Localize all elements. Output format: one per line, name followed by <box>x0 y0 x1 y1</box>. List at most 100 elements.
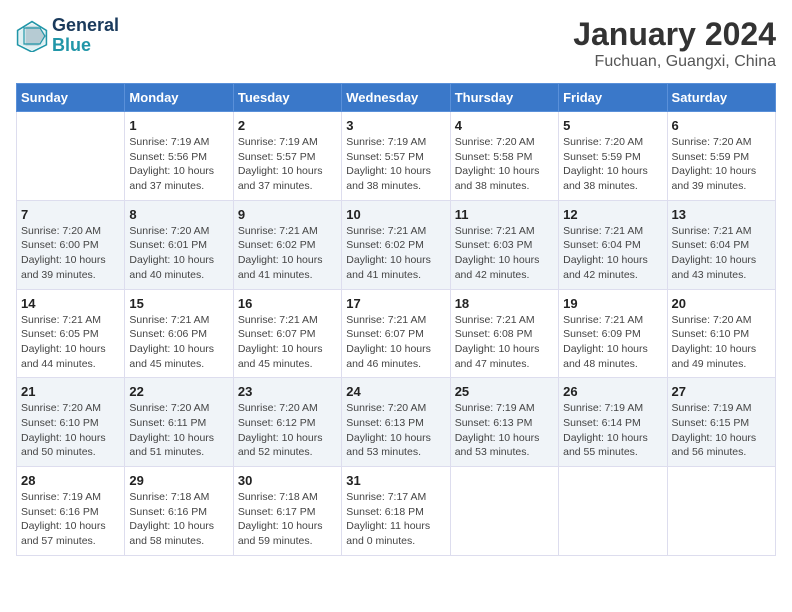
calendar-cell: 4Sunrise: 7:20 AMSunset: 5:58 PMDaylight… <box>450 112 558 201</box>
day-number: 12 <box>563 207 662 222</box>
calendar-title: January 2024 <box>573 16 776 53</box>
day-info: Sunrise: 7:19 AMSunset: 5:57 PMDaylight:… <box>346 135 445 194</box>
day-info: Sunrise: 7:19 AMSunset: 6:14 PMDaylight:… <box>563 401 662 460</box>
day-number: 30 <box>238 473 337 488</box>
header-thursday: Thursday <box>450 84 558 112</box>
calendar-cell: 22 Sunrise: 7:20 AMSunset: 6:11 PMDayligh… <box>125 378 233 467</box>
header-friday: Friday <box>559 84 667 112</box>
day-info: Sunrise: 7:19 AMSunset: 6:15 PMDaylight:… <box>672 401 771 460</box>
day-info: Sunrise: 7:19 AMSunset: 5:56 PMDaylight:… <box>129 135 228 194</box>
header-monday: Monday <box>125 84 233 112</box>
day-info: Sunrise: 7:20 AMSunset: 6:10 PMDaylight:… <box>21 401 120 460</box>
day-info: Sunrise: 7:18 AMSunset: 6:17 PMDaylight:… <box>238 490 337 549</box>
header-wednesday: Wednesday <box>342 84 450 112</box>
day-number: 17 <box>346 296 445 311</box>
calendar-cell <box>450 467 558 556</box>
day-info: Sunrise: 7:21 AMSunset: 6:05 PMDaylight:… <box>21 313 120 372</box>
header-tuesday: Tuesday <box>233 84 341 112</box>
calendar-cell <box>559 467 667 556</box>
day-number: 9 <box>238 207 337 222</box>
week-row-4: 21 Sunrise: 7:20 AMSunset: 6:10 PMDayligh… <box>17 378 776 467</box>
day-info: Sunrise: 7:21 AMSunset: 6:02 PMDaylight:… <box>238 224 337 283</box>
day-number: 13 <box>672 207 771 222</box>
day-info: Sunrise: 7:20 AMSunset: 5:59 PMDaylight:… <box>563 135 662 194</box>
calendar-cell: 13Sunrise: 7:21 AMSunset: 6:04 PMDayligh… <box>667 200 775 289</box>
day-number: 1 <box>129 118 228 133</box>
day-number: 31 <box>346 473 445 488</box>
calendar-cell: 24Sunrise: 7:20 AMSunset: 6:13 PMDayligh… <box>342 378 450 467</box>
day-number: 5 <box>563 118 662 133</box>
calendar-cell: 25 Sunrise: 7:19 AMSunset: 6:13 PMDayligh… <box>450 378 558 467</box>
calendar-cell: 11 Sunrise: 7:21 AMSunset: 6:03 PMDayligh… <box>450 200 558 289</box>
day-number: 25 <box>455 384 554 399</box>
calendar-cell: 5 Sunrise: 7:20 AMSunset: 5:59 PMDaylight… <box>559 112 667 201</box>
calendar-cell: 10 Sunrise: 7:21 AMSunset: 6:02 PMDayligh… <box>342 200 450 289</box>
day-info: Sunrise: 7:21 AMSunset: 6:04 PMDaylight:… <box>563 224 662 283</box>
header-saturday: Saturday <box>667 84 775 112</box>
calendar-table: SundayMondayTuesdayWednesdayThursdayFrid… <box>16 83 776 556</box>
calendar-cell <box>667 467 775 556</box>
calendar-cell: 30 Sunrise: 7:18 AMSunset: 6:17 PMDayligh… <box>233 467 341 556</box>
day-number: 26 <box>563 384 662 399</box>
calendar-cell: 20 Sunrise: 7:20 AMSunset: 6:10 PMDayligh… <box>667 289 775 378</box>
day-info: Sunrise: 7:20 AMSunset: 5:58 PMDaylight:… <box>455 135 554 194</box>
day-info: Sunrise: 7:21 AMSunset: 6:09 PMDaylight:… <box>563 313 662 372</box>
day-number: 3 <box>346 118 445 133</box>
calendar-cell: 29 Sunrise: 7:18 AMSunset: 6:16 PMDayligh… <box>125 467 233 556</box>
calendar-cell: 2 Sunrise: 7:19 AMSunset: 5:57 PMDaylight… <box>233 112 341 201</box>
day-number: 6 <box>672 118 771 133</box>
calendar-cell: 16 Sunrise: 7:21 AMSunset: 6:07 PMDayligh… <box>233 289 341 378</box>
calendar-cell: 14 Sunrise: 7:21 AMSunset: 6:05 PMDayligh… <box>17 289 125 378</box>
calendar-cell: 18Sunrise: 7:21 AMSunset: 6:08 PMDayligh… <box>450 289 558 378</box>
day-info: Sunrise: 7:21 AMSunset: 6:03 PMDaylight:… <box>455 224 554 283</box>
day-info: Sunrise: 7:20 AMSunset: 6:10 PMDaylight:… <box>672 313 771 372</box>
calendar-cell: 27 Sunrise: 7:19 AMSunset: 6:15 PMDayligh… <box>667 378 775 467</box>
day-info: Sunrise: 7:21 AMSunset: 6:08 PMDaylight:… <box>455 313 554 372</box>
day-info: Sunrise: 7:18 AMSunset: 6:16 PMDaylight:… <box>129 490 228 549</box>
calendar-cell: 1 Sunrise: 7:19 AMSunset: 5:56 PMDaylight… <box>125 112 233 201</box>
calendar-cell: 8Sunrise: 7:20 AMSunset: 6:01 PMDaylight… <box>125 200 233 289</box>
calendar-cell: 23 Sunrise: 7:20 AMSunset: 6:12 PMDayligh… <box>233 378 341 467</box>
day-info: Sunrise: 7:19 AMSunset: 6:16 PMDaylight:… <box>21 490 120 549</box>
day-info: Sunrise: 7:20 AMSunset: 6:00 PMDaylight:… <box>21 224 120 283</box>
day-number: 24 <box>346 384 445 399</box>
week-row-3: 14 Sunrise: 7:21 AMSunset: 6:05 PMDayligh… <box>17 289 776 378</box>
calendar-cell <box>17 112 125 201</box>
calendar-cell: 19Sunrise: 7:21 AMSunset: 6:09 PMDayligh… <box>559 289 667 378</box>
calendar-cell: 31 Sunrise: 7:17 AMSunset: 6:18 PMDayligh… <box>342 467 450 556</box>
calendar-cell: 26 Sunrise: 7:19 AMSunset: 6:14 PMDayligh… <box>559 378 667 467</box>
week-row-1: 1 Sunrise: 7:19 AMSunset: 5:56 PMDaylight… <box>17 112 776 201</box>
day-number: 29 <box>129 473 228 488</box>
title-block: January 2024 Fuchuan, Guangxi, China <box>573 16 776 71</box>
logo-icon <box>16 20 48 52</box>
calendar-subtitle: Fuchuan, Guangxi, China <box>573 53 776 71</box>
day-info: Sunrise: 7:21 AMSunset: 6:02 PMDaylight:… <box>346 224 445 283</box>
calendar-cell: 28 Sunrise: 7:19 AMSunset: 6:16 PMDayligh… <box>17 467 125 556</box>
day-info: Sunrise: 7:21 AMSunset: 6:07 PMDaylight:… <box>238 313 337 372</box>
day-info: Sunrise: 7:20 AMSunset: 6:01 PMDaylight:… <box>129 224 228 283</box>
day-info: Sunrise: 7:20 AMSunset: 5:59 PMDaylight:… <box>672 135 771 194</box>
day-number: 28 <box>21 473 120 488</box>
day-number: 14 <box>21 296 120 311</box>
day-number: 2 <box>238 118 337 133</box>
calendar-cell: 21 Sunrise: 7:20 AMSunset: 6:10 PMDayligh… <box>17 378 125 467</box>
calendar-cell: 9 Sunrise: 7:21 AMSunset: 6:02 PMDaylight… <box>233 200 341 289</box>
day-number: 7 <box>21 207 120 222</box>
week-row-5: 28 Sunrise: 7:19 AMSunset: 6:16 PMDayligh… <box>17 467 776 556</box>
calendar-cell: 3 Sunrise: 7:19 AMSunset: 5:57 PMDaylight… <box>342 112 450 201</box>
day-number: 16 <box>238 296 337 311</box>
day-number: 20 <box>672 296 771 311</box>
day-info: Sunrise: 7:17 AMSunset: 6:18 PMDaylight:… <box>346 490 445 549</box>
day-info: Sunrise: 7:19 AMSunset: 6:13 PMDaylight:… <box>455 401 554 460</box>
day-number: 27 <box>672 384 771 399</box>
day-number: 21 <box>21 384 120 399</box>
day-number: 11 <box>455 207 554 222</box>
day-number: 23 <box>238 384 337 399</box>
day-number: 22 <box>129 384 228 399</box>
day-info: Sunrise: 7:20 AMSunset: 6:12 PMDaylight:… <box>238 401 337 460</box>
logo-text: General Blue <box>52 16 119 56</box>
day-info: Sunrise: 7:19 AMSunset: 5:57 PMDaylight:… <box>238 135 337 194</box>
day-number: 10 <box>346 207 445 222</box>
logo: General Blue <box>16 16 119 56</box>
day-info: Sunrise: 7:20 AMSunset: 6:11 PMDaylight:… <box>129 401 228 460</box>
